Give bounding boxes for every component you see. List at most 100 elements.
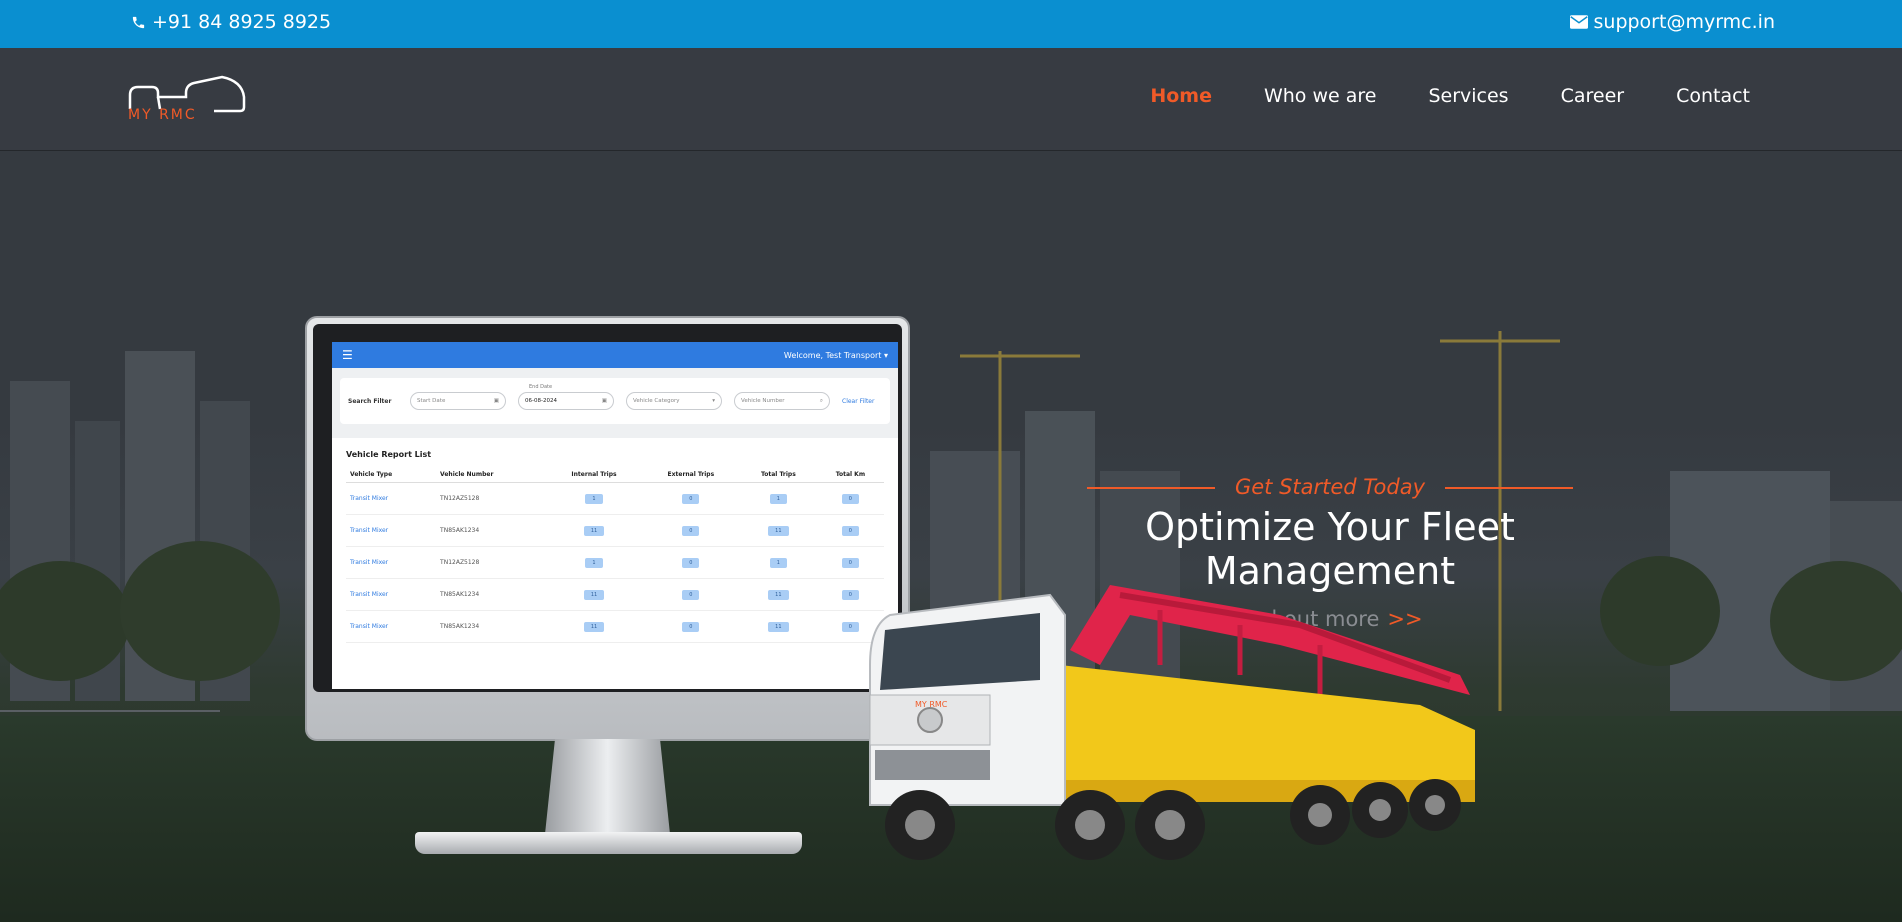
trip-chip[interactable]: 11 xyxy=(583,589,605,600)
envelope-icon xyxy=(1569,15,1588,29)
cell-total-trips: 1 xyxy=(739,482,817,515)
trip-chip[interactable]: 11 xyxy=(768,621,789,632)
trip-chip[interactable]: 11 xyxy=(768,525,789,536)
vehicle-report: Vehicle Report List Vehicle Type Vehicle… xyxy=(332,438,898,643)
trip-chip[interactable]: 1 xyxy=(769,557,787,568)
cell-internal-trips: 11 xyxy=(546,514,642,547)
km-chip[interactable]: 0 xyxy=(841,557,859,568)
email-address: support@myrmc.in xyxy=(1593,11,1776,33)
end-date-field[interactable]: End Date 06-08-2024 ▣ xyxy=(518,384,614,410)
main-navbar: MY RMC Home Who we are Services Career C… xyxy=(0,48,1902,151)
tagline-text: Get Started Today xyxy=(1234,475,1426,499)
dashboard-screen: ☰ Welcome, Test Transport ▾ Search Filte… xyxy=(332,342,898,689)
email-contact[interactable]: support@myrmc.in xyxy=(1569,11,1776,33)
cell-vehicle-number: TN12AZ5128 xyxy=(436,482,547,515)
search-filter-label: Search Filter xyxy=(348,397,392,405)
calendar-icon: ▣ xyxy=(601,398,607,404)
top-contact-bar: +91 84 8925 8925 support@myrmc.in xyxy=(0,0,1902,48)
cell-vehicle-type[interactable]: Transit Mixer xyxy=(346,578,437,611)
nav-menu: Home Who we are Services Career Contact xyxy=(1150,85,1750,107)
trip-chip[interactable]: 11 xyxy=(583,621,605,632)
vehicle-number-placeholder: Vehicle Number xyxy=(741,398,785,404)
km-chip[interactable]: 0 xyxy=(841,525,859,536)
filter-area: Search Filter Start Date ▣ End Date 06-08-… xyxy=(332,368,898,438)
col-vehicle-number: Vehicle Number xyxy=(436,467,547,483)
cell-total-trips: 11 xyxy=(739,514,817,547)
cell-vehicle-number: TN85AK1234 xyxy=(436,610,547,643)
phone-number: +91 84 8925 8925 xyxy=(152,11,332,33)
nav-item-contact[interactable]: Contact xyxy=(1676,85,1750,107)
trip-chip[interactable]: 1 xyxy=(585,557,603,568)
trip-chip[interactable]: 0 xyxy=(682,557,700,568)
cell-internal-trips: 1 xyxy=(546,482,642,515)
phone-icon xyxy=(131,15,146,30)
trip-chip[interactable]: 1 xyxy=(585,493,603,504)
vehicle-report-table: Vehicle Type Vehicle Number Internal Tri… xyxy=(346,467,884,643)
report-title: Vehicle Report List xyxy=(346,450,432,459)
cell-external-trips: 0 xyxy=(641,482,740,515)
table-row: Transit Mixer TN85AK1234 11 0 11 0 xyxy=(346,578,884,611)
col-total-trips: Total Trips xyxy=(739,467,817,483)
monitor-stand-neck xyxy=(545,739,670,834)
col-vehicle-type: Vehicle Type xyxy=(346,467,437,483)
search-icon: ⌕ xyxy=(819,397,823,404)
hero-tagline: Get Started Today xyxy=(1035,473,1625,501)
cell-vehicle-type[interactable]: Transit Mixer xyxy=(346,610,437,643)
km-chip[interactable]: 0 xyxy=(841,621,859,632)
trip-chip[interactable]: 0 xyxy=(682,589,700,600)
table-row: Transit Mixer TN12AZ5128 1 0 1 0 xyxy=(346,546,884,579)
col-internal-trips: Internal Trips xyxy=(546,467,642,483)
cell-total-km: 0 xyxy=(816,482,884,515)
cell-vehicle-number: TN85AK1234 xyxy=(436,578,547,611)
cell-internal-trips: 11 xyxy=(546,610,642,643)
nav-item-career[interactable]: Career xyxy=(1561,85,1625,107)
welcome-user-menu[interactable]: Welcome, Test Transport ▾ xyxy=(784,351,888,360)
tagline-right-rule xyxy=(1445,487,1573,489)
table-row: Transit Mixer TN12AZ5128 1 0 1 0 xyxy=(346,482,884,515)
phone-contact[interactable]: +91 84 8925 8925 xyxy=(131,11,331,33)
myrmc-logo[interactable]: MY RMC xyxy=(126,73,246,123)
trip-chip[interactable]: 11 xyxy=(583,525,605,536)
monitor-bezel: ☰ Welcome, Test Transport ▾ Search Filte… xyxy=(313,324,902,692)
chevron-down-icon: ▾ xyxy=(712,398,715,404)
cell-vehicle-type[interactable]: Transit Mixer xyxy=(346,482,437,515)
table-row: Transit Mixer TN85AK1234 11 0 11 0 xyxy=(346,610,884,643)
nav-item-home[interactable]: Home xyxy=(1150,85,1212,107)
trip-chip[interactable]: 0 xyxy=(682,493,700,504)
nav-item-services[interactable]: Services xyxy=(1428,85,1508,107)
monitor-stand-base xyxy=(415,832,802,854)
col-external-trips: External Trips xyxy=(641,467,740,483)
cell-internal-trips: 11 xyxy=(546,578,642,611)
clear-filter-button[interactable]: Clear Filter xyxy=(842,398,874,405)
search-filter-row: Search Filter Start Date ▣ End Date 06-08-… xyxy=(340,378,890,424)
trip-chip[interactable]: 11 xyxy=(768,589,789,600)
welcome-text: Welcome, Test Transport xyxy=(783,350,882,360)
start-date-field[interactable]: Start Date ▣ xyxy=(410,392,506,410)
table-header-row: Vehicle Type Vehicle Number Internal Tri… xyxy=(346,467,884,483)
cell-vehicle-number: TN85AK1234 xyxy=(436,514,547,547)
cell-total-km: 0 xyxy=(816,514,884,547)
start-date-placeholder: Start Date xyxy=(417,398,446,404)
cell-total-trips: 11 xyxy=(739,578,817,611)
nav-item-who-we-are[interactable]: Who we are xyxy=(1264,85,1377,107)
table-row: Transit Mixer TN85AK1234 11 0 11 0 xyxy=(346,514,884,547)
trip-chip[interactable]: 0 xyxy=(682,525,700,536)
cell-vehicle-type[interactable]: Transit Mixer xyxy=(346,546,437,579)
km-chip[interactable]: 0 xyxy=(841,493,859,504)
cell-vehicle-number: TN12AZ5128 xyxy=(436,546,547,579)
cell-external-trips: 0 xyxy=(641,578,740,611)
end-date-caption: End Date xyxy=(529,384,553,390)
trip-chip[interactable]: 1 xyxy=(769,493,787,504)
vehicle-category-select[interactable]: Vehicle Category ▾ xyxy=(626,392,722,410)
cell-total-trips: 11 xyxy=(739,610,817,643)
cell-vehicle-type[interactable]: Transit Mixer xyxy=(346,514,437,547)
cell-internal-trips: 1 xyxy=(546,546,642,579)
end-date-value: 06-08-2024 xyxy=(525,398,557,404)
vehicle-number-input[interactable]: Vehicle Number ⌕ xyxy=(734,392,830,410)
hamburger-menu-icon[interactable]: ☰ xyxy=(342,348,353,362)
dashboard-appbar: ☰ Welcome, Test Transport ▾ xyxy=(332,342,898,368)
concrete-pump-truck-image: MY RMC xyxy=(869,585,1475,860)
trip-chip[interactable]: 0 xyxy=(682,621,700,632)
cell-external-trips: 0 xyxy=(641,514,740,547)
km-chip[interactable]: 0 xyxy=(841,589,859,600)
